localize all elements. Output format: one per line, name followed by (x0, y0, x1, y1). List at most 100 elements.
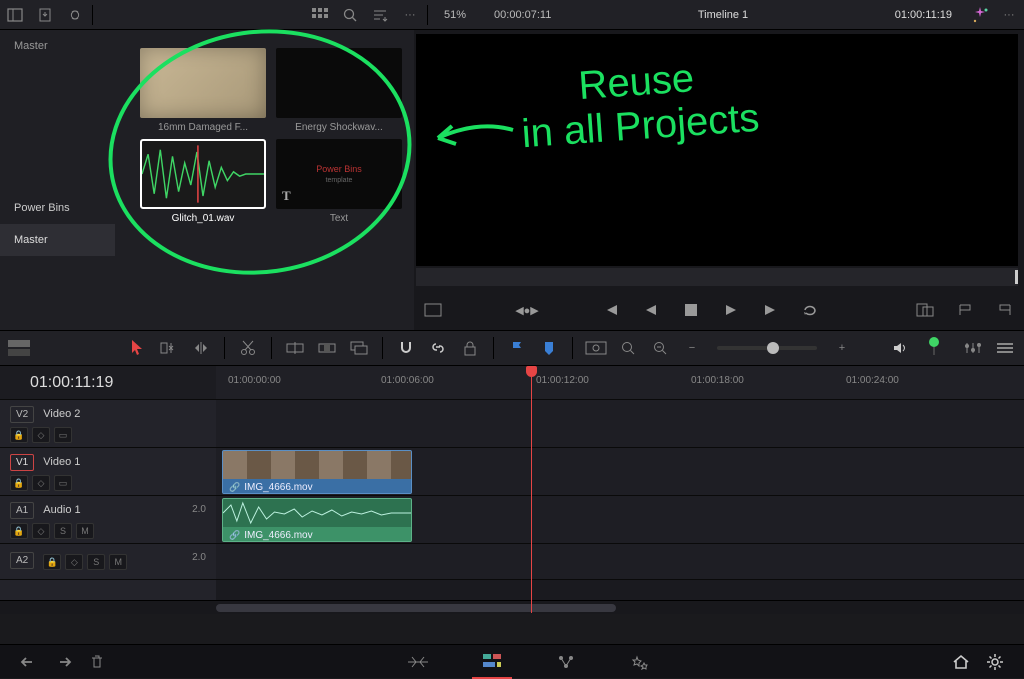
record-timecode[interactable]: 01:00:11:19 (881, 9, 966, 21)
lock-track-icon[interactable]: 🔒 (43, 554, 61, 570)
lock-track-icon[interactable]: 🔒 (10, 523, 28, 539)
sync-icon[interactable] (60, 0, 90, 30)
match-frame-icon[interactable] (912, 297, 938, 323)
track-header-v2[interactable]: V2 Video 2 🔒 ◇ ▭ (0, 400, 216, 448)
view-thumbnails-icon[interactable] (305, 0, 335, 30)
timeline-scrollbar[interactable] (0, 600, 1024, 614)
lane-a2[interactable] (216, 544, 1024, 580)
scrollbar-thumb[interactable] (216, 604, 616, 612)
sidebar-master[interactable]: Master (0, 30, 115, 62)
timeline-video-clip[interactable]: 🔗IMG_4666.mov (222, 450, 412, 494)
dynamic-trim-icon[interactable] (188, 335, 214, 361)
source-timecode[interactable]: 00:00:07:11 (480, 9, 565, 21)
mixer-icon[interactable] (960, 335, 986, 361)
mute-icon[interactable]: M (76, 523, 94, 539)
mark-out-icon[interactable] (992, 297, 1018, 323)
page-edit-icon[interactable] (472, 645, 512, 679)
track-header-v1[interactable]: V1 Video 1 🔒 ◇ ▭ (0, 448, 216, 496)
track-id[interactable]: A2 (10, 552, 34, 569)
zoom-slider[interactable] (717, 346, 817, 350)
more-icon[interactable]: ··· (395, 0, 425, 30)
safe-area-icon[interactable] (420, 297, 446, 323)
lock-track-icon[interactable]: 🔒 (10, 427, 28, 443)
auto-select-icon[interactable]: ◇ (32, 523, 50, 539)
snap-icon[interactable] (393, 335, 419, 361)
timeline-audio-clip[interactable]: 🔗IMG_4666.mov (222, 498, 412, 542)
zoom-custom-icon[interactable] (647, 335, 673, 361)
track-id[interactable]: A1 (10, 502, 34, 519)
next-clip-icon[interactable] (758, 297, 784, 323)
clip-text[interactable]: Power Bins template T Text (276, 139, 402, 224)
viewer-zoom[interactable]: 51% (430, 9, 480, 21)
first-frame-icon[interactable]: ◀●▶ (514, 297, 540, 323)
zoom-in-icon[interactable]: + (829, 335, 855, 361)
track-enable-icon[interactable]: ▭ (54, 475, 72, 491)
solo-icon[interactable]: S (54, 523, 72, 539)
effects-sparkle-icon[interactable] (966, 1, 994, 29)
track-id[interactable]: V1 (10, 454, 34, 471)
track-name[interactable]: Audio 1 (43, 504, 80, 516)
playhead[interactable] (531, 366, 532, 613)
play-icon[interactable] (718, 297, 744, 323)
track-header-a2[interactable]: A2 2.0 🔒 ◇ S M (0, 544, 216, 580)
redo-icon[interactable] (46, 645, 80, 679)
mute-icon[interactable]: M (109, 554, 127, 570)
track-header-a1[interactable]: A1 Audio 1 2.0 🔒 ◇ S M (0, 496, 216, 544)
clip-energy[interactable]: Energy Shockwav... (276, 48, 402, 133)
track-name[interactable]: Video 2 (43, 408, 80, 420)
marker-icon[interactable] (536, 335, 562, 361)
sort-icon[interactable] (365, 0, 395, 30)
mute-icon[interactable] (887, 335, 913, 361)
track-enable-icon[interactable]: ▭ (54, 427, 72, 443)
auto-select-icon[interactable]: ◇ (32, 427, 50, 443)
timeline-ruler[interactable]: 01:00:00:00 01:00:06:00 01:00:12:00 01:0… (216, 366, 1024, 399)
page-fairlight-icon[interactable] (620, 645, 660, 679)
play-reverse-icon[interactable] (638, 297, 664, 323)
timeline-menu-icon[interactable] (992, 335, 1018, 361)
insert-icon[interactable] (282, 335, 308, 361)
delete-icon[interactable] (80, 645, 114, 679)
track-id[interactable]: V2 (10, 406, 34, 423)
selection-tool-icon[interactable] (124, 335, 150, 361)
trim-tool-icon[interactable] (156, 335, 182, 361)
link-icon[interactable] (425, 335, 451, 361)
zoom-detail-icon[interactable] (615, 335, 641, 361)
lock-icon[interactable] (457, 335, 483, 361)
blade-tool-icon[interactable] (235, 335, 261, 361)
track-level: 2.0 (192, 504, 206, 515)
clip-glitch-audio[interactable]: Glitch_01.wav (140, 139, 266, 224)
import-icon[interactable] (30, 0, 60, 30)
track-lanes[interactable]: 🔗IMG_4666.mov 🔗IMG_4666.mov (216, 400, 1024, 600)
stop-icon[interactable] (678, 297, 704, 323)
viewer-canvas[interactable] (416, 34, 1018, 266)
overwrite-icon[interactable] (314, 335, 340, 361)
loop-icon[interactable] (798, 297, 824, 323)
dim-icon[interactable] (919, 335, 945, 361)
lane-v2[interactable] (216, 400, 1024, 448)
prev-clip-icon[interactable] (598, 297, 624, 323)
settings-icon[interactable] (978, 645, 1012, 679)
auto-select-icon[interactable]: ◇ (65, 554, 83, 570)
clip-film[interactable]: 16mm Damaged F... (140, 48, 266, 133)
track-name[interactable]: Video 1 (43, 456, 80, 468)
home-icon[interactable] (944, 645, 978, 679)
viewer-scrubber[interactable] (416, 268, 1018, 286)
timeline-title[interactable]: Timeline 1 (565, 9, 880, 21)
page-fusion-icon[interactable] (546, 645, 586, 679)
zoom-full-icon[interactable] (583, 335, 609, 361)
sidebar-powerbins-master[interactable]: Master (0, 224, 115, 256)
viewer-more-icon[interactable]: ··· (994, 0, 1024, 30)
panel-toggle-icon[interactable] (0, 0, 30, 30)
replace-icon[interactable] (346, 335, 372, 361)
flag-icon[interactable] (504, 335, 530, 361)
undo-icon[interactable] (12, 645, 46, 679)
search-icon[interactable] (335, 0, 365, 30)
playhead-timecode[interactable]: 01:00:11:19 (0, 366, 216, 399)
lock-track-icon[interactable]: 🔒 (10, 475, 28, 491)
solo-icon[interactable]: S (87, 554, 105, 570)
auto-select-icon[interactable]: ◇ (32, 475, 50, 491)
page-cut-icon[interactable] (398, 645, 438, 679)
timeline-view-icon[interactable] (6, 335, 32, 361)
mark-in-icon[interactable] (952, 297, 978, 323)
zoom-out-icon[interactable]: − (679, 335, 705, 361)
